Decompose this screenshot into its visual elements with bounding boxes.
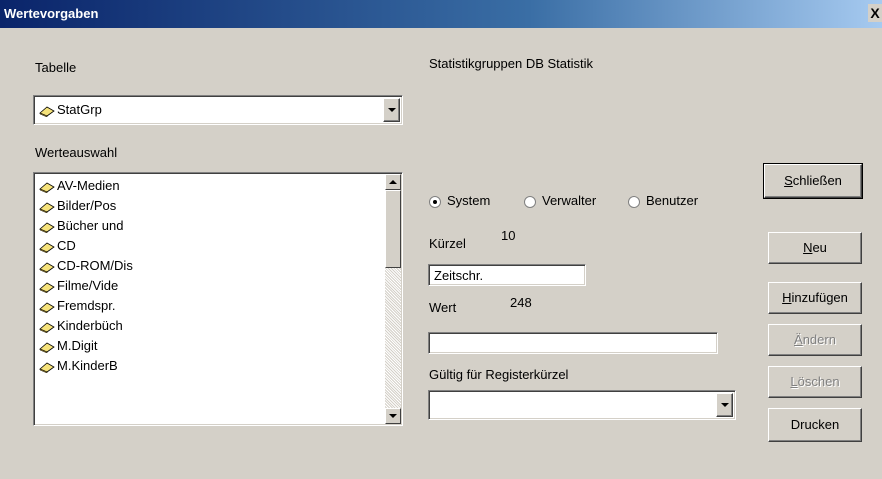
hinzufuegen-button[interactable]: Hinzufügen — [768, 282, 862, 314]
kuerzel-input-value: Zeitschr. — [434, 268, 484, 283]
hinzufuegen-mnemonic: H — [782, 290, 792, 305]
loeschen-mnemonic: L — [790, 374, 798, 389]
list-item-label: Fremdspr. — [57, 298, 116, 313]
list-item-label: AV-Medien — [57, 178, 120, 193]
aendern-label: ndern — [802, 332, 836, 347]
loeschen-label: öschen — [797, 374, 840, 389]
radio-system[interactable]: System — [429, 193, 490, 208]
list-item[interactable]: CD-ROM/Dis — [36, 256, 382, 276]
list-item-label: M.Digit — [57, 338, 98, 353]
radio-benutzer-icon[interactable] — [628, 195, 640, 208]
neu-button[interactable]: Neu — [768, 232, 862, 264]
title-bar: Wertevorgaben X — [0, 0, 882, 28]
list-item-label: CD — [57, 238, 76, 253]
folder-icon — [39, 222, 55, 233]
kuerzel-count: 10 — [501, 228, 516, 243]
radio-system-icon[interactable] — [429, 195, 441, 208]
scroll-up-button[interactable] — [385, 174, 401, 190]
list-item-label: Bilder/Pos — [57, 198, 117, 213]
kuerzel-input[interactable]: Zeitschr. — [428, 264, 586, 286]
drucken-button[interactable]: Drucken — [768, 408, 862, 442]
folder-icon — [39, 242, 55, 253]
list-item-label: Kinderbüch — [57, 318, 123, 333]
aendern-mnemonic: Ä — [794, 332, 803, 347]
schliessen-label: chließen — [792, 173, 842, 188]
radio-benutzer-label: Benutzer — [646, 193, 699, 208]
list-item-label: CD-ROM/Dis — [57, 258, 133, 273]
list-item-label: Filme/Vide — [57, 278, 119, 293]
kuerzel-label: Kürzel — [429, 236, 466, 251]
chevron-down-icon[interactable] — [716, 393, 733, 417]
close-button[interactable]: X — [868, 4, 882, 22]
folder-icon — [39, 262, 55, 273]
folder-icon — [39, 282, 55, 293]
gueltig-combo[interactable] — [428, 390, 736, 420]
list-item[interactable]: Kinderbüch — [36, 316, 382, 336]
aendern-button[interactable]: Ändern — [768, 324, 862, 356]
radio-system-label: System — [447, 193, 491, 208]
list-item[interactable]: AV-Medien — [36, 176, 382, 196]
loeschen-button[interactable]: Löschen — [768, 366, 862, 398]
window-title: Wertevorgaben — [4, 6, 99, 21]
folder-icon — [39, 202, 55, 213]
schliessen-mnemonic: S — [784, 173, 793, 188]
list-item-label: Bücher und — [57, 218, 124, 233]
list-item[interactable]: CD — [36, 236, 382, 256]
list-item[interactable]: M.Digit — [36, 336, 382, 356]
wert-input[interactable] — [428, 332, 718, 354]
neu-label: eu — [812, 240, 827, 255]
list-item[interactable]: M.KinderB — [36, 356, 382, 376]
tabelle-combo-value: StatGrp — [57, 102, 102, 117]
hinzufuegen-label: inzufügen — [791, 290, 848, 305]
schliessen-button[interactable]: Schließen — [763, 163, 863, 199]
radio-benutzer[interactable]: Benutzer — [628, 193, 698, 208]
folder-icon — [39, 342, 55, 353]
scroll-thumb[interactable] — [385, 190, 401, 268]
radio-verwalter-label: Verwalter — [542, 193, 597, 208]
folder-icon — [39, 106, 55, 117]
chevron-down-icon[interactable] — [383, 98, 400, 122]
gueltig-label: Gültig für Registerkürzel — [429, 367, 569, 382]
list-item[interactable]: Filme/Vide — [36, 276, 382, 296]
radio-verwalter-icon[interactable] — [524, 195, 536, 208]
list-item[interactable]: Bücher und — [36, 216, 382, 236]
wert-label: Wert — [429, 300, 457, 315]
tabelle-combo[interactable]: StatGrp — [33, 95, 403, 125]
wert-count: 248 — [510, 295, 532, 310]
list-item[interactable]: Fremdspr. — [36, 296, 382, 316]
tabelle-label: Tabelle — [35, 60, 77, 75]
list-item[interactable]: Bilder/Pos — [36, 196, 382, 216]
folder-icon — [39, 322, 55, 333]
tabelle-combo-value-wrap: StatGrp — [39, 102, 102, 117]
folder-icon — [39, 182, 55, 193]
page-heading: Statistikgruppen DB Statistik — [429, 56, 594, 71]
folder-icon — [39, 362, 55, 373]
list-item-label: M.KinderB — [57, 358, 118, 373]
radio-verwalter[interactable]: Verwalter — [524, 193, 596, 208]
folder-icon — [39, 302, 55, 313]
werteauswahl-listbox[interactable]: AV-Medien Bilder/Pos Bücher und CD CD-ROM/Di… — [33, 172, 403, 426]
werteauswahl-label: Werteauswahl — [35, 145, 118, 160]
list-items: AV-Medien Bilder/Pos Bücher und CD CD-ROM/Di… — [36, 176, 382, 376]
scroll-down-button[interactable] — [385, 408, 401, 424]
vertical-scrollbar[interactable] — [385, 174, 401, 424]
